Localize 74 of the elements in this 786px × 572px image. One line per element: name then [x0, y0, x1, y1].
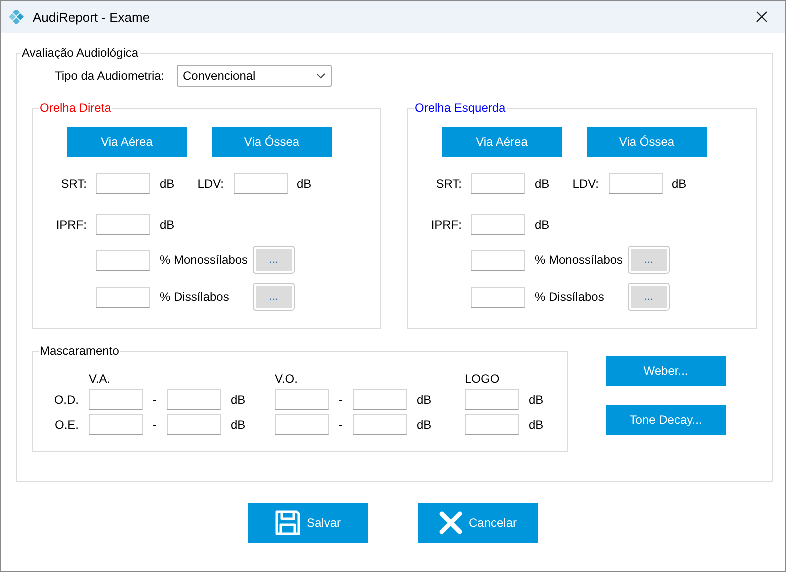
unit-label: dB: [535, 176, 551, 190]
unit-label: dB: [230, 392, 247, 406]
test-button[interactable]: Tone Decay...: [606, 405, 726, 435]
input-field[interactable]: [471, 250, 525, 270]
field-label: SRT:: [435, 176, 462, 190]
browse-button[interactable]: ...: [628, 246, 670, 274]
group-title: Mascaramento: [39, 344, 120, 358]
toggle-button[interactable]: Via Óssea: [212, 127, 332, 157]
unit-label: dB: [297, 176, 313, 190]
field-label: IPRF:: [55, 218, 87, 232]
input-field[interactable]: [96, 173, 150, 194]
unit-label: dB: [416, 392, 433, 406]
input-field[interactable]: [96, 286, 150, 308]
unit-label: % Monossílabos: [535, 253, 624, 267]
unit-label: dB: [416, 418, 433, 432]
group-title: Avaliação Audiológica: [21, 46, 140, 60]
unit-label: dB: [535, 218, 551, 232]
toggle-button[interactable]: Via Aérea: [67, 127, 187, 157]
input-field[interactable]: [353, 414, 407, 435]
toggle-button[interactable]: Via Óssea: [587, 127, 707, 157]
test-button[interactable]: Weber...: [606, 356, 726, 386]
dropdown[interactable]: Convencional: [177, 65, 332, 87]
chevron-down-icon: [316, 73, 326, 79]
input-field[interactable]: [275, 414, 329, 435]
row-label: O.E.: [54, 418, 80, 432]
input-field[interactable]: [609, 173, 663, 194]
unit-label: dB: [672, 176, 688, 190]
input-field[interactable]: [471, 286, 525, 308]
unit-label: % Monossílabos: [160, 253, 250, 267]
dash-label: -: [152, 392, 158, 406]
input-field[interactable]: [96, 214, 150, 235]
browse-button[interactable]: ...: [253, 283, 295, 311]
toggle-button[interactable]: Via Aérea: [442, 127, 562, 157]
input-field[interactable]: [167, 389, 221, 410]
field-label: LDV:: [572, 176, 599, 190]
x-icon: [438, 511, 463, 535]
field-label: Tipo da Audiometria:: [55, 69, 166, 83]
input-field[interactable]: [167, 414, 221, 435]
dash-label: -: [338, 418, 344, 432]
input-field[interactable]: [471, 173, 525, 194]
save-button[interactable]: Salvar: [248, 503, 368, 543]
unit-label: dB: [230, 418, 247, 432]
input-field[interactable]: [471, 214, 525, 235]
close-icon: [756, 11, 768, 23]
unit-label: dB: [160, 218, 176, 232]
input-field[interactable]: [89, 414, 143, 435]
window-title: AudiReport - Exame: [33, 10, 152, 24]
unit-label: % Dissílabos: [160, 290, 230, 304]
row-label: O.D.: [53, 392, 80, 406]
input-field[interactable]: [96, 250, 150, 270]
input-field[interactable]: [275, 389, 329, 410]
field-label: SRT:: [60, 176, 87, 190]
group-title: Orelha Direta: [39, 101, 112, 115]
input-field[interactable]: [465, 389, 519, 410]
unit-label: dB: [528, 418, 545, 432]
field-label: IPRF:: [430, 218, 462, 232]
column-heading: V.O.: [275, 372, 299, 387]
column-heading: LOGO: [465, 372, 501, 387]
input-field[interactable]: [353, 389, 407, 410]
unit-label: dB: [528, 392, 545, 406]
field-label: LDV:: [196, 176, 224, 190]
input-field[interactable]: [89, 389, 143, 410]
unit-label: % Dissílabos: [535, 290, 606, 304]
input-field[interactable]: [465, 414, 519, 435]
cancel-button[interactable]: Cancelar: [418, 503, 538, 543]
app-logo-icon: [9, 10, 25, 24]
browse-button[interactable]: ...: [253, 246, 295, 274]
column-heading: V.A.: [89, 372, 112, 387]
browse-button[interactable]: ...: [628, 283, 670, 311]
dash-label: -: [152, 418, 158, 432]
dash-label: -: [338, 392, 344, 406]
group-title: Orelha Esquerda: [414, 101, 507, 115]
input-field[interactable]: [234, 173, 288, 194]
unit-label: dB: [160, 176, 176, 190]
